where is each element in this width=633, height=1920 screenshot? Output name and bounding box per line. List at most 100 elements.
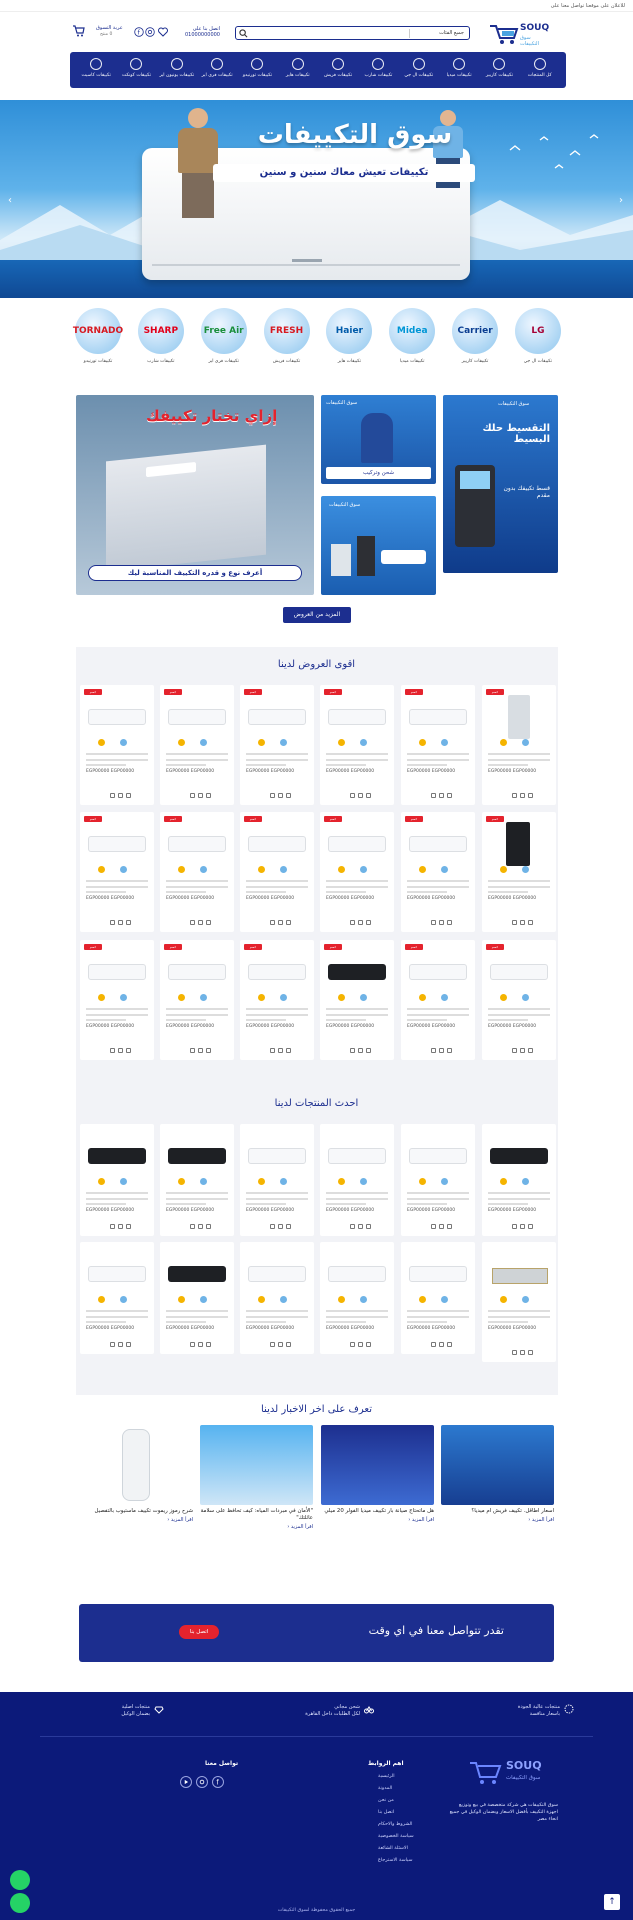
footer-link[interactable]: سياسة الخصوصية: [378, 1834, 414, 1839]
product-image[interactable]: [86, 950, 148, 990]
product-image[interactable]: [246, 950, 308, 990]
product-image[interactable]: [166, 1134, 228, 1174]
eye-icon[interactable]: [206, 793, 211, 798]
heart-icon[interactable]: [278, 1224, 283, 1229]
product-image[interactable]: [326, 1252, 388, 1292]
product-image[interactable]: [488, 1134, 550, 1174]
product-image[interactable]: [86, 695, 148, 735]
news-image[interactable]: [200, 1425, 313, 1505]
product-image[interactable]: [407, 1134, 469, 1174]
product-card[interactable]: EGP00000 EGP00000: [240, 1124, 314, 1236]
product-card[interactable]: خصم EGP00000 EGP00000: [240, 940, 314, 1060]
product-card[interactable]: EGP00000 EGP00000: [482, 1242, 556, 1362]
news-title[interactable]: اسعار اطاقل. تكييف فريش ام ميديا؟: [441, 1508, 554, 1515]
hero-banner[interactable]: سوق التكييفات تكييفات تعيش معاك سنين و س…: [0, 100, 633, 298]
cart-icon[interactable]: [190, 920, 195, 925]
product-image[interactable]: [488, 822, 550, 866]
product-card[interactable]: خصم EGP00000 EGP00000: [320, 940, 394, 1060]
product-card[interactable]: خصم EGP00000 EGP00000: [240, 685, 314, 805]
eye-icon[interactable]: [206, 1224, 211, 1229]
cart-icon[interactable]: [350, 1342, 355, 1347]
heart-icon[interactable]: [198, 1224, 203, 1229]
cart-icon[interactable]: [190, 1224, 195, 1229]
cart-icon[interactable]: [350, 1224, 355, 1229]
nav-item[interactable]: تكييفات كاريير: [480, 58, 518, 88]
eye-icon[interactable]: [126, 1048, 131, 1053]
cart-icon[interactable]: [190, 793, 195, 798]
eye-icon[interactable]: [206, 920, 211, 925]
product-card[interactable]: EGP00000 EGP00000: [482, 1124, 556, 1236]
nav-item[interactable]: تكييفات شارب: [359, 58, 397, 88]
heart-icon[interactable]: [358, 1342, 363, 1347]
eye-icon[interactable]: [366, 793, 371, 798]
product-image[interactable]: [407, 950, 469, 990]
eye-icon[interactable]: [126, 1342, 131, 1347]
cart-icon[interactable]: [431, 793, 436, 798]
cart-icon[interactable]: [431, 1224, 436, 1229]
facebook-icon[interactable]: f: [212, 1776, 224, 1788]
product-image[interactable]: [166, 1252, 228, 1292]
product-card[interactable]: EGP00000 EGP00000: [240, 1242, 314, 1354]
cart-icon[interactable]: [431, 1342, 436, 1347]
product-card[interactable]: خصم EGP00000 EGP00000: [401, 685, 475, 805]
brand-item[interactable]: Free Air تكييفات فري اير: [196, 308, 252, 380]
product-card[interactable]: خصم EGP00000 EGP00000: [401, 940, 475, 1060]
product-card[interactable]: خصم EGP00000 EGP00000: [160, 685, 234, 805]
nav-item[interactable]: تكييفات ميديا: [440, 58, 478, 88]
heart-icon[interactable]: [520, 1224, 525, 1229]
heart-icon[interactable]: [439, 1224, 444, 1229]
cart-icon[interactable]: [270, 793, 275, 798]
footer-link[interactable]: الرئيسية: [378, 1774, 395, 1779]
product-image[interactable]: [246, 1134, 308, 1174]
heart-icon[interactable]: [158, 27, 168, 37]
search-category-select[interactable]: جميع الفئات: [409, 29, 467, 38]
instagram-icon[interactable]: [196, 1776, 208, 1788]
product-card[interactable]: خصم EGP00000 EGP00000: [240, 812, 314, 932]
heart-icon[interactable]: [358, 920, 363, 925]
heart-icon[interactable]: [358, 1048, 363, 1053]
search-bar[interactable]: جميع الفئات: [235, 26, 470, 40]
product-image[interactable]: [488, 1252, 550, 1292]
eye-icon[interactable]: [447, 793, 452, 798]
product-card[interactable]: خصم EGP00000 EGP00000: [401, 812, 475, 932]
footer-link[interactable]: سياسة الاسترجاع: [378, 1858, 413, 1863]
brand-item[interactable]: FRESH تكييفات فريش: [259, 308, 315, 380]
heart-icon[interactable]: [520, 1350, 525, 1355]
product-card[interactable]: EGP00000 EGP00000: [80, 1242, 154, 1354]
brand-item[interactable]: Carrier تكييفات كاريير: [447, 308, 503, 380]
cart-icon[interactable]: [270, 1224, 275, 1229]
product-image[interactable]: [246, 822, 308, 862]
nav-item[interactable]: تكييفات هاير: [279, 58, 317, 88]
product-card[interactable]: EGP00000 EGP00000: [401, 1242, 475, 1354]
brand-item[interactable]: SHARP تكييفات شارب: [133, 308, 189, 380]
footer-link[interactable]: الاسئلة الشائعة: [378, 1846, 408, 1851]
eye-icon[interactable]: [286, 1342, 291, 1347]
product-image[interactable]: [246, 695, 308, 735]
product-image[interactable]: [166, 695, 228, 735]
product-card[interactable]: خصم EGP00000 EGP00000: [80, 812, 154, 932]
youtube-icon[interactable]: [180, 1776, 192, 1788]
product-image[interactable]: [407, 695, 469, 735]
nav-item[interactable]: تكييفات كونكت: [117, 58, 155, 88]
cart-icon[interactable]: [270, 1342, 275, 1347]
product-card[interactable]: خصم EGP00000 EGP00000: [320, 812, 394, 932]
read-more-link[interactable]: اقرأ المزيد ‹: [200, 1524, 313, 1530]
eye-icon[interactable]: [286, 793, 291, 798]
cart-icon[interactable]: [512, 1350, 517, 1355]
brand-item[interactable]: Haier تكييفات هاير: [321, 308, 377, 380]
product-image[interactable]: [407, 822, 469, 862]
search-input[interactable]: [250, 28, 410, 38]
heart-icon[interactable]: [278, 793, 283, 798]
promo-choose-ac[interactable]: إزاي تختار تكييفك أعرف نوع و قدره التكيي…: [76, 395, 314, 595]
nav-item[interactable]: كل المنتجات: [521, 58, 559, 88]
search-icon[interactable]: [239, 29, 248, 38]
eye-icon[interactable]: [366, 1224, 371, 1229]
product-image[interactable]: [166, 822, 228, 862]
heart-icon[interactable]: [118, 1342, 123, 1347]
news-card[interactable]: شرح رموز ريموت تكييف ماستيوب بالتفصيل اقر…: [80, 1425, 193, 1533]
news-image[interactable]: [80, 1425, 193, 1505]
eye-icon[interactable]: [528, 1350, 533, 1355]
cart-label[interactable]: عربة التسوق: [96, 25, 123, 31]
cart-icon[interactable]: [110, 1342, 115, 1347]
eye-icon[interactable]: [126, 920, 131, 925]
